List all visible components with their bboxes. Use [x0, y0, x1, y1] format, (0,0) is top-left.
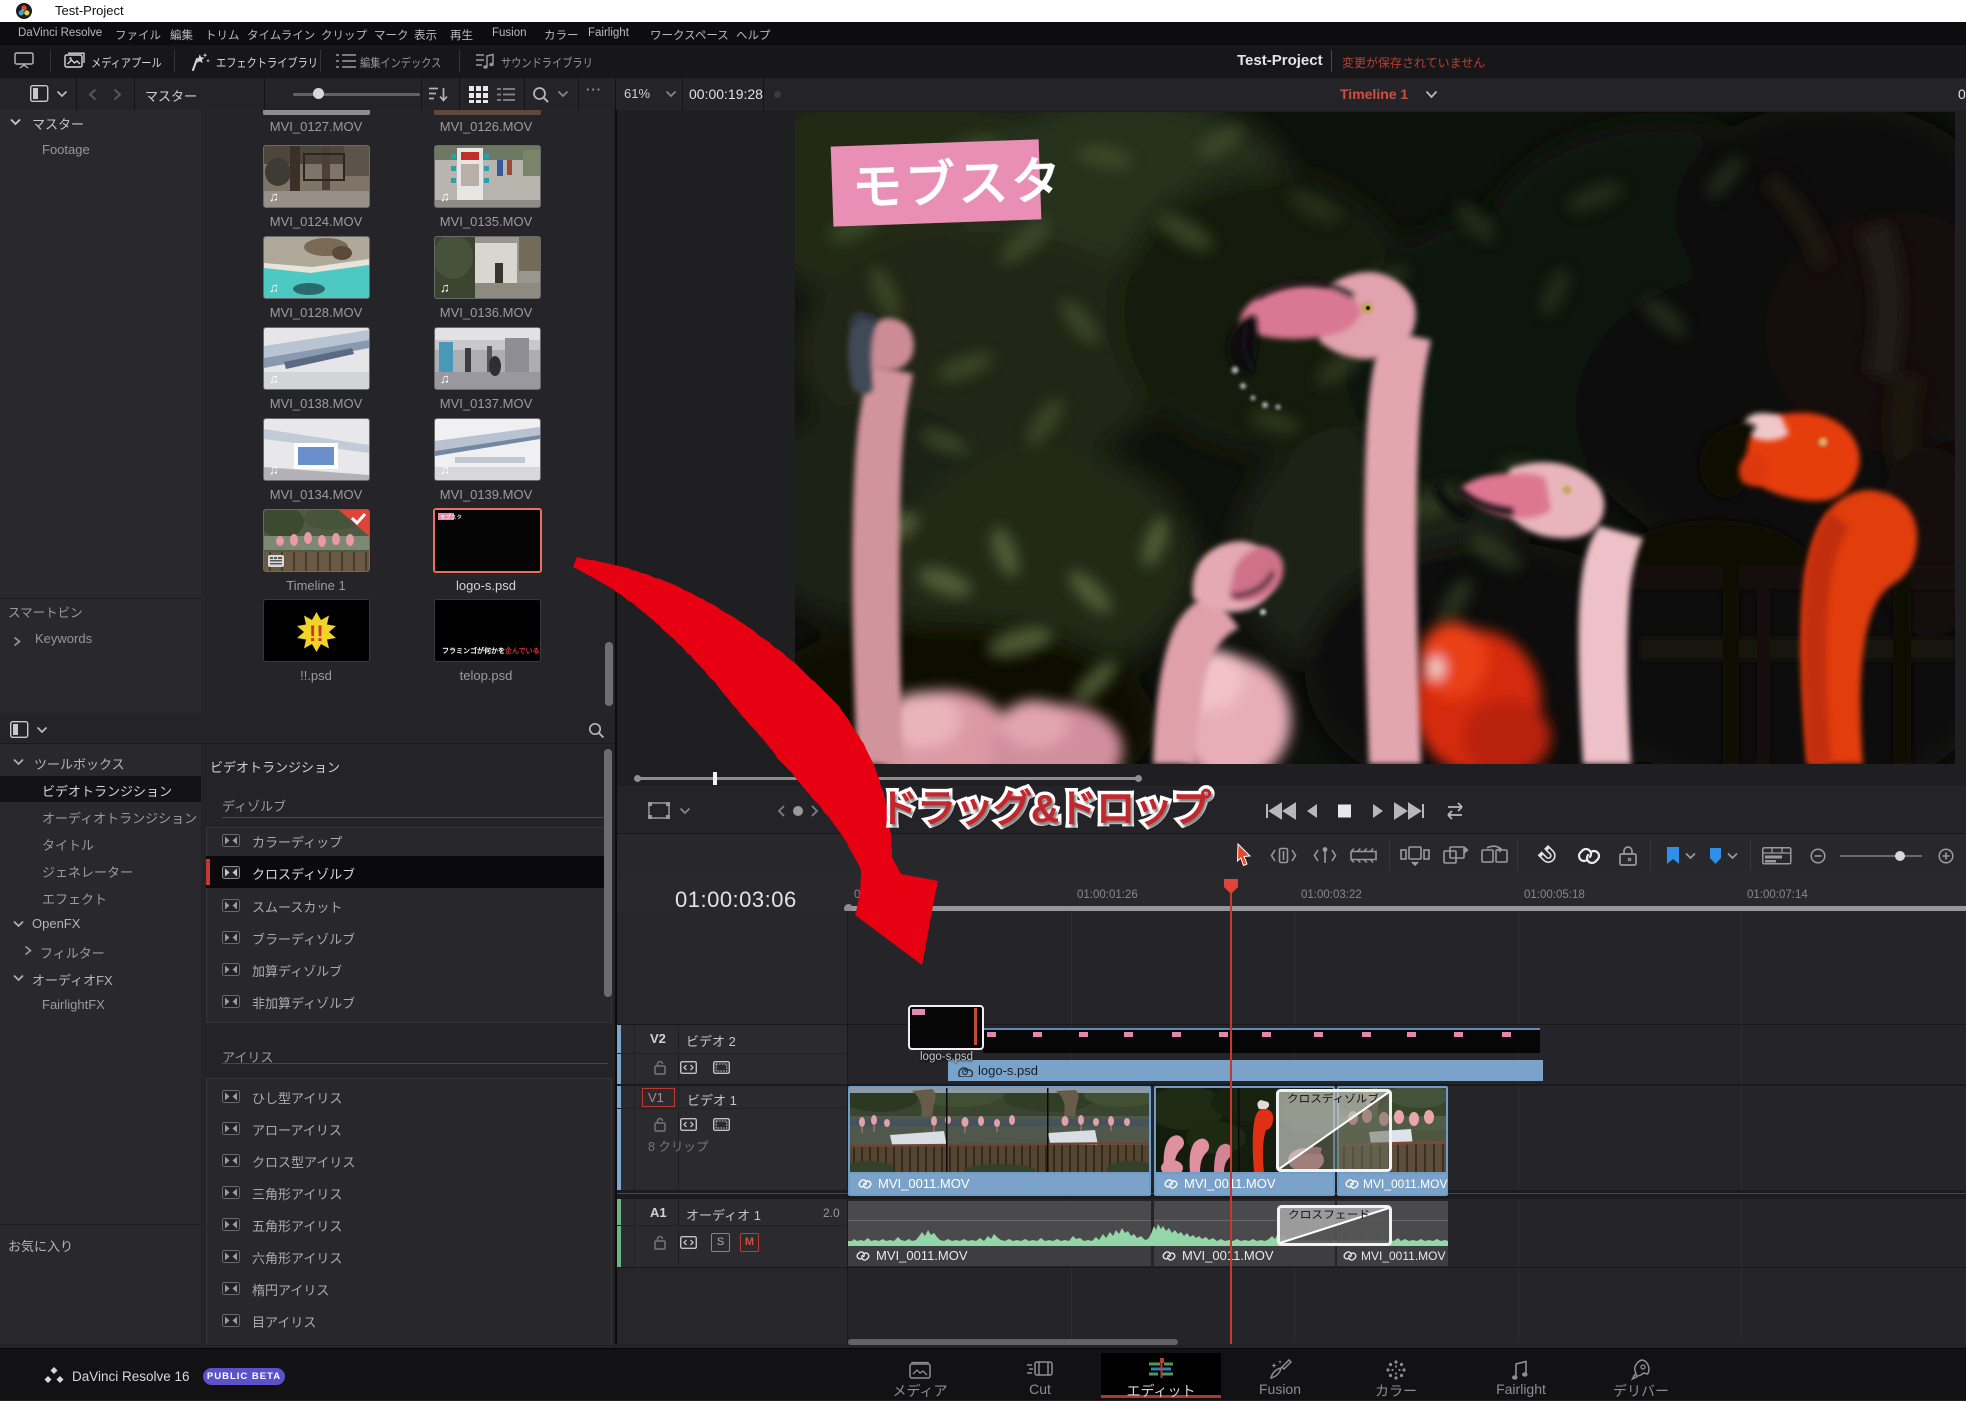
- svg-text:フラミンゴが何かを企んでいる様子: フラミンゴが何かを企んでいる様子: [442, 646, 540, 655]
- svg-text:クロスフェード: クロスフェード: [1288, 1209, 1370, 1221]
- svg-text:!!: !!: [309, 621, 324, 646]
- svg-text:モブスタ: モブスタ: [851, 153, 1065, 216]
- svg-text:モブスタ: モブスタ: [440, 513, 462, 521]
- svg-text:クロスディゾルブ: クロスディゾルブ: [1287, 1092, 1380, 1105]
